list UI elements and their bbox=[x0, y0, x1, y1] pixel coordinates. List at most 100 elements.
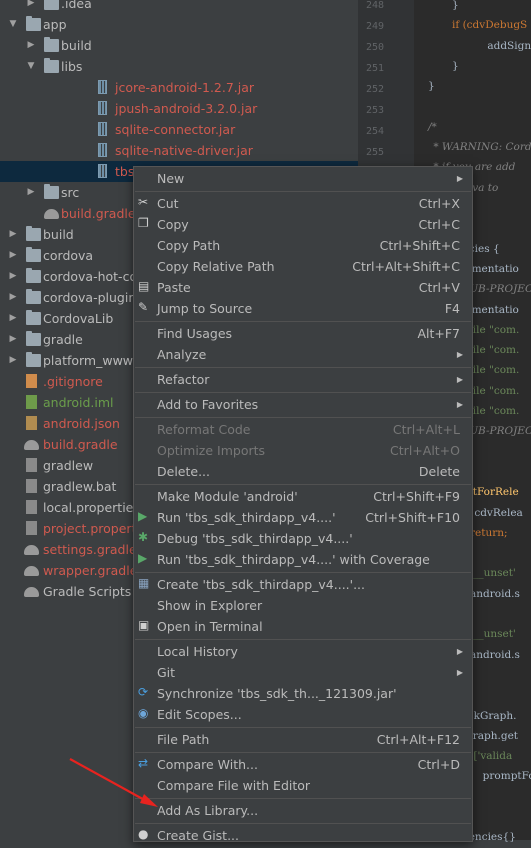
menu-item-label: Reformat Code bbox=[157, 422, 251, 437]
menu-item-shortcut: Ctrl+Shift+F10 bbox=[365, 510, 460, 525]
menu-item-show-in-explorer[interactable]: Show in Explorer bbox=[134, 595, 472, 616]
jar-icon bbox=[98, 80, 107, 94]
menu-item-find-usages[interactable]: Find Usages Alt+F7 bbox=[134, 323, 472, 344]
menu-item-shortcut: Ctrl+Alt+Shift+C bbox=[352, 259, 460, 274]
tree-item-label: local.properties bbox=[43, 500, 140, 515]
code-line: /* bbox=[428, 120, 437, 133]
menu-item-shortcut: Ctrl+D bbox=[417, 757, 460, 772]
menu-item-label: New bbox=[157, 171, 185, 186]
menu-item-file-path[interactable]: File Path Ctrl+Alt+F12 bbox=[134, 729, 472, 750]
tree-item[interactable]: jpush-android-3.2.0.jar bbox=[0, 98, 358, 119]
menu-item-copy-path[interactable]: Copy Path Ctrl+Shift+C bbox=[134, 235, 472, 256]
menu-item-shortcut: Ctrl+X bbox=[418, 196, 460, 211]
chevron-down-icon[interactable]: ▼ bbox=[26, 56, 36, 77]
tree-item[interactable]: ▶ .idea bbox=[0, 0, 358, 14]
menu-item-optimize-imports[interactable]: Optimize Imports Ctrl+Alt+O bbox=[134, 440, 472, 461]
menu-item-label: Create Gist... bbox=[157, 828, 240, 842]
menu-item-create-gist[interactable]: ● Create Gist... bbox=[134, 825, 472, 842]
code-line: if (cdvDebugS bbox=[452, 19, 528, 32]
menu-item-reformat-code[interactable]: Reformat Code Ctrl+Alt+L bbox=[134, 419, 472, 440]
menu-item-git[interactable]: Git ▶ bbox=[134, 662, 472, 683]
menu-item-label: Copy bbox=[157, 217, 189, 232]
annotation-arrow bbox=[69, 758, 158, 807]
tree-item-label: app bbox=[43, 17, 67, 32]
sync-icon: ⟳ bbox=[138, 685, 149, 699]
chevron-right-icon[interactable]: ▶ bbox=[8, 350, 18, 371]
tree-item-label: sqlite-native-driver.jar bbox=[115, 143, 253, 158]
tree-item-label: gradlew bbox=[43, 458, 94, 473]
tree-item-label: wrapper.gradle bbox=[43, 563, 138, 578]
menu-item-new[interactable]: New ▶ bbox=[134, 168, 472, 189]
menu-item-compare-with[interactable]: ⇄ Compare With... Ctrl+D bbox=[134, 754, 472, 775]
chevron-right-icon[interactable]: ▶ bbox=[8, 266, 18, 287]
menu-item-label: File Path bbox=[157, 732, 210, 747]
menu-item-create-tbs-sdk-thirdapp-v4[interactable]: ▦ Create 'tbs_sdk_thirdapp_v4....'... bbox=[134, 574, 472, 595]
menu-item-paste[interactable]: ▤ Paste Ctrl+V bbox=[134, 277, 472, 298]
line-number: 254 bbox=[365, 126, 384, 137]
menu-item-jump-to-source[interactable]: ✎ Jump to Source F4 bbox=[134, 298, 472, 319]
menu-item-edit-scopes[interactable]: ◉ Edit Scopes... bbox=[134, 704, 472, 725]
menu-separator bbox=[135, 321, 471, 322]
menu-item-compare-file-with-editor[interactable]: Compare File with Editor bbox=[134, 775, 472, 796]
tree-item[interactable]: ▼ libs bbox=[0, 56, 358, 77]
code-line: } bbox=[452, 59, 459, 72]
menu-separator bbox=[135, 484, 471, 485]
chevron-right-icon[interactable]: ▶ bbox=[26, 182, 36, 203]
folder-icon bbox=[44, 58, 59, 73]
copy-icon: ❐ bbox=[138, 216, 149, 230]
menu-item-cut[interactable]: ✂ Cut Ctrl+X bbox=[134, 193, 472, 214]
menu-item-delete[interactable]: Delete... Delete bbox=[134, 461, 472, 482]
menu-item-make-module-android[interactable]: Make Module 'android' Ctrl+Shift+F9 bbox=[134, 486, 472, 507]
tree-item[interactable]: sqlite-connector.jar bbox=[0, 119, 358, 140]
file-icon bbox=[26, 521, 37, 535]
menu-item-run-tbs-sdk-thirdapp-v4[interactable]: ▶ Run 'tbs_sdk_thirdapp_v4....' Ctrl+Shift… bbox=[134, 507, 472, 528]
code-line: addSigning bbox=[487, 39, 531, 52]
chevron-right-icon[interactable]: ▶ bbox=[8, 287, 18, 308]
menu-item-open-in-terminal[interactable]: ▣ Open in Terminal bbox=[134, 616, 472, 637]
menu-item-analyze[interactable]: Analyze ▶ bbox=[134, 344, 472, 365]
menu-separator bbox=[135, 392, 471, 393]
tree-item[interactable]: sqlite-native-driver.jar bbox=[0, 140, 358, 161]
code-line: android.s bbox=[470, 587, 520, 600]
scopes-icon: ◉ bbox=[138, 706, 149, 720]
menu-item-add-to-favorites[interactable]: Add to Favorites ▶ bbox=[134, 394, 472, 415]
menu-item-label: Analyze bbox=[157, 347, 207, 362]
jar-icon bbox=[98, 164, 107, 178]
menu-item-run-tbs-sdk-thirdapp-v4-with-c[interactable]: ▶ Run 'tbs_sdk_thirdapp_v4....' with Cove… bbox=[134, 549, 472, 570]
menu-item-copy-relative-path[interactable]: Copy Relative Path Ctrl+Alt+Shift+C bbox=[134, 256, 472, 277]
menu-item-shortcut: F4 bbox=[444, 301, 460, 316]
menu-item-label: Make Module 'android' bbox=[157, 489, 298, 504]
chevron-right-icon[interactable]: ▶ bbox=[8, 329, 18, 350]
menu-separator bbox=[135, 798, 471, 799]
menu-item-label: Git bbox=[157, 665, 176, 680]
coverage-icon: ▶ bbox=[138, 551, 148, 565]
tree-item[interactable]: jcore-android-1.2.7.jar bbox=[0, 77, 358, 98]
menu-item-label: Paste bbox=[157, 280, 191, 295]
json-file-icon bbox=[26, 416, 37, 430]
menu-item-local-history[interactable]: Local History ▶ bbox=[134, 641, 472, 662]
menu-item-debug-tbs-sdk-thirdapp-v4[interactable]: ✱ Debug 'tbs_sdk_thirdapp_v4....' bbox=[134, 528, 472, 549]
menu-separator bbox=[135, 367, 471, 368]
gradle-icon bbox=[44, 209, 59, 219]
line-number: 253 bbox=[365, 105, 384, 116]
code-line: } bbox=[428, 80, 435, 93]
folder-icon bbox=[26, 226, 41, 241]
menu-item-refactor[interactable]: Refactor ▶ bbox=[134, 369, 472, 390]
menu-separator bbox=[135, 191, 471, 192]
menu-item-synchronize-tbs-sdk-th-121309-[interactable]: ⟳ Synchronize 'tbs_sdk_th..._121309.jar' bbox=[134, 683, 472, 704]
chevron-right-icon[interactable]: ▶ bbox=[8, 224, 18, 245]
tree-item-label: build.gradle bbox=[61, 206, 136, 221]
chevron-down-icon[interactable]: ▼ bbox=[8, 14, 18, 35]
menu-item-shortcut: Ctrl+Alt+F12 bbox=[376, 732, 460, 747]
chevron-right-icon[interactable]: ▶ bbox=[8, 308, 18, 329]
gitignore-icon bbox=[26, 374, 37, 388]
menu-item-add-as-library[interactable]: Add As Library... bbox=[134, 800, 472, 821]
chevron-right-icon[interactable]: ▶ bbox=[26, 0, 36, 14]
jar-icon bbox=[98, 122, 107, 136]
menu-item-shortcut: Delete bbox=[418, 464, 460, 479]
menu-item-copy[interactable]: ❐ Copy Ctrl+C bbox=[134, 214, 472, 235]
tree-item[interactable]: ▼ app bbox=[0, 14, 358, 35]
tree-item[interactable]: ▶ build bbox=[0, 35, 358, 56]
chevron-right-icon[interactable]: ▶ bbox=[26, 35, 36, 56]
chevron-right-icon[interactable]: ▶ bbox=[8, 245, 18, 266]
